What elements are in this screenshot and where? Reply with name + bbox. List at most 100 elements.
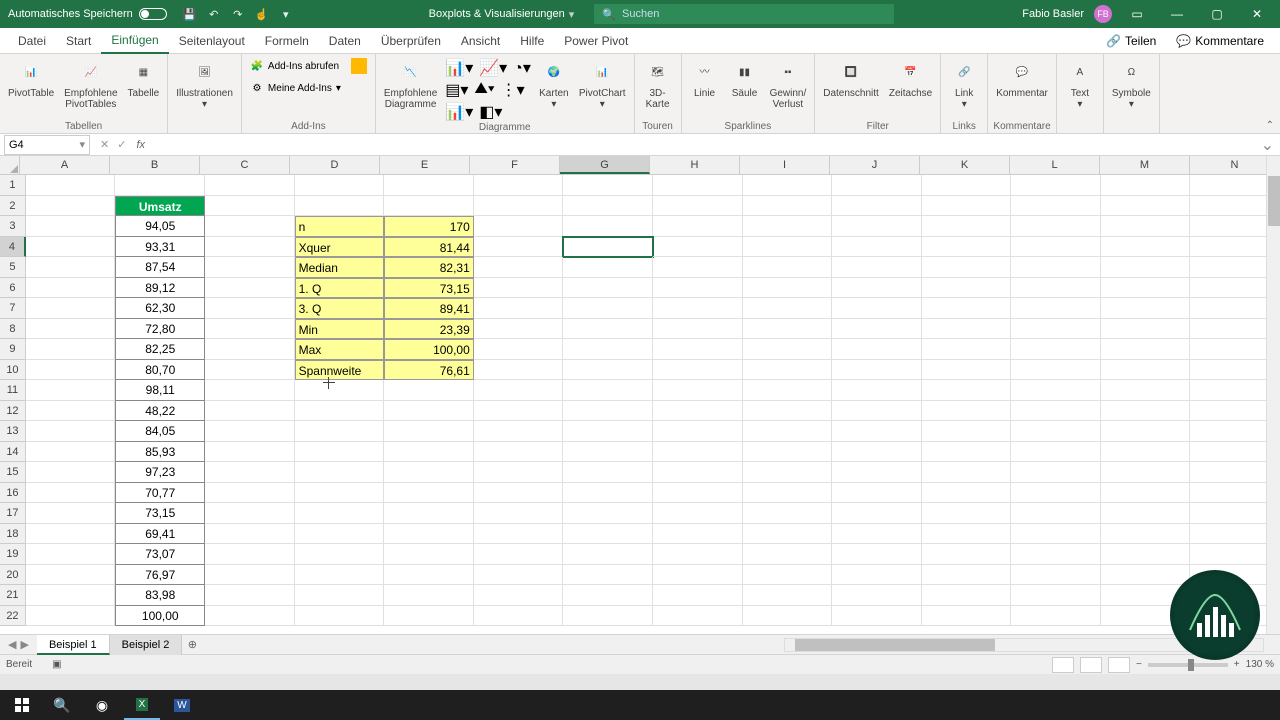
cell[interactable] bbox=[832, 585, 922, 606]
cell[interactable] bbox=[922, 298, 1012, 319]
cell[interactable] bbox=[563, 401, 653, 422]
cell[interactable] bbox=[1011, 544, 1101, 565]
cell[interactable] bbox=[563, 544, 653, 565]
cell[interactable] bbox=[743, 360, 833, 381]
tab-prev-icon[interactable]: ◀ bbox=[8, 638, 16, 651]
cell[interactable] bbox=[922, 257, 1012, 278]
obs-icon[interactable]: ◉ bbox=[84, 690, 120, 720]
zoom-slider[interactable] bbox=[1148, 663, 1228, 667]
menu-tab-ansicht[interactable]: Ansicht bbox=[451, 28, 510, 54]
column-header[interactable]: F bbox=[470, 156, 560, 174]
minimize-button[interactable]: — bbox=[1162, 0, 1192, 28]
cell[interactable] bbox=[26, 237, 116, 258]
cell[interactable]: 93,31 bbox=[115, 237, 205, 258]
cell[interactable] bbox=[205, 298, 295, 319]
cell[interactable]: 73,15 bbox=[115, 503, 205, 524]
cell[interactable] bbox=[832, 278, 922, 299]
cell[interactable] bbox=[922, 380, 1012, 401]
cell[interactable]: Spannweite bbox=[295, 360, 385, 381]
cell[interactable] bbox=[295, 606, 385, 627]
cell[interactable] bbox=[26, 565, 116, 586]
cell[interactable] bbox=[384, 462, 474, 483]
cell[interactable] bbox=[922, 606, 1012, 627]
cell[interactable] bbox=[205, 360, 295, 381]
cell[interactable] bbox=[743, 442, 833, 463]
cell[interactable]: 62,30 bbox=[115, 298, 205, 319]
cell[interactable] bbox=[1101, 339, 1191, 360]
cell[interactable] bbox=[205, 565, 295, 586]
sparkline-winloss-button[interactable]: ▪▪Gewinn/ Verlust bbox=[766, 56, 811, 112]
cell[interactable] bbox=[384, 503, 474, 524]
scatter-chart-icon[interactable]: ⋮▾ bbox=[501, 80, 525, 100]
cell[interactable] bbox=[384, 544, 474, 565]
cell[interactable] bbox=[832, 503, 922, 524]
cell[interactable] bbox=[563, 257, 653, 278]
cell[interactable]: Median bbox=[295, 257, 385, 278]
cell[interactable] bbox=[295, 462, 385, 483]
row-header[interactable]: 4 bbox=[0, 237, 26, 258]
cell[interactable] bbox=[922, 565, 1012, 586]
row-header[interactable]: 22 bbox=[0, 606, 26, 627]
bar-chart-icon[interactable]: ▤▾ bbox=[445, 80, 468, 100]
cell[interactable] bbox=[563, 565, 653, 586]
cell[interactable] bbox=[832, 360, 922, 381]
cell[interactable] bbox=[653, 442, 743, 463]
cell[interactable] bbox=[743, 421, 833, 442]
cell[interactable] bbox=[832, 257, 922, 278]
sheet-tab[interactable]: Beispiel 1 bbox=[37, 635, 110, 655]
cell[interactable] bbox=[26, 278, 116, 299]
cell[interactable] bbox=[922, 237, 1012, 258]
start-button[interactable] bbox=[4, 690, 40, 720]
cell[interactable] bbox=[26, 483, 116, 504]
cell[interactable] bbox=[653, 196, 743, 217]
cell[interactable] bbox=[26, 544, 116, 565]
cell[interactable] bbox=[922, 483, 1012, 504]
cell[interactable] bbox=[922, 360, 1012, 381]
row-header[interactable]: 12 bbox=[0, 401, 26, 422]
cell[interactable] bbox=[474, 278, 564, 299]
cell[interactable] bbox=[26, 196, 116, 217]
cell[interactable] bbox=[26, 360, 116, 381]
row-header[interactable]: 21 bbox=[0, 585, 26, 606]
cell[interactable] bbox=[653, 360, 743, 381]
cell[interactable] bbox=[474, 421, 564, 442]
cell[interactable] bbox=[832, 298, 922, 319]
area-chart-icon[interactable]: ⛰▾ bbox=[474, 80, 494, 100]
cell[interactable] bbox=[1101, 216, 1191, 237]
column-header[interactable]: D bbox=[290, 156, 380, 174]
recommended-charts-button[interactable]: 📉Empfohlene Diagramme bbox=[380, 56, 441, 112]
cell[interactable] bbox=[474, 606, 564, 627]
cell[interactable] bbox=[1011, 606, 1101, 627]
zoom-out-button[interactable]: − bbox=[1136, 659, 1142, 670]
cell[interactable] bbox=[922, 524, 1012, 545]
cell[interactable] bbox=[743, 257, 833, 278]
stock-chart-icon[interactable]: 📊▾ bbox=[445, 102, 473, 122]
cell[interactable]: 81,44 bbox=[384, 237, 474, 258]
row-header[interactable]: 8 bbox=[0, 319, 26, 340]
cell[interactable] bbox=[295, 503, 385, 524]
cell[interactable] bbox=[205, 401, 295, 422]
cell[interactable] bbox=[743, 380, 833, 401]
cell[interactable] bbox=[474, 319, 564, 340]
cell[interactable] bbox=[1101, 380, 1191, 401]
cell[interactable] bbox=[474, 401, 564, 422]
cell[interactable] bbox=[474, 339, 564, 360]
cell[interactable] bbox=[563, 524, 653, 545]
cell[interactable] bbox=[26, 503, 116, 524]
cell[interactable]: 72,80 bbox=[115, 319, 205, 340]
cell[interactable] bbox=[384, 196, 474, 217]
row-header[interactable]: 3 bbox=[0, 216, 26, 237]
cell[interactable]: 1. Q bbox=[295, 278, 385, 299]
column-header[interactable]: A bbox=[20, 156, 110, 174]
search-taskbar-icon[interactable]: 🔍 bbox=[44, 690, 80, 720]
cell[interactable] bbox=[295, 544, 385, 565]
cell[interactable] bbox=[743, 319, 833, 340]
vertical-scrollbar[interactable] bbox=[1266, 156, 1280, 634]
cell[interactable] bbox=[832, 319, 922, 340]
cell[interactable]: 85,93 bbox=[115, 442, 205, 463]
cell[interactable] bbox=[474, 544, 564, 565]
menu-tab-seitenlayout[interactable]: Seitenlayout bbox=[169, 28, 255, 54]
tab-next-icon[interactable]: ▶ bbox=[20, 638, 28, 651]
cell[interactable] bbox=[653, 339, 743, 360]
undo-icon[interactable]: ↶ bbox=[207, 7, 221, 21]
